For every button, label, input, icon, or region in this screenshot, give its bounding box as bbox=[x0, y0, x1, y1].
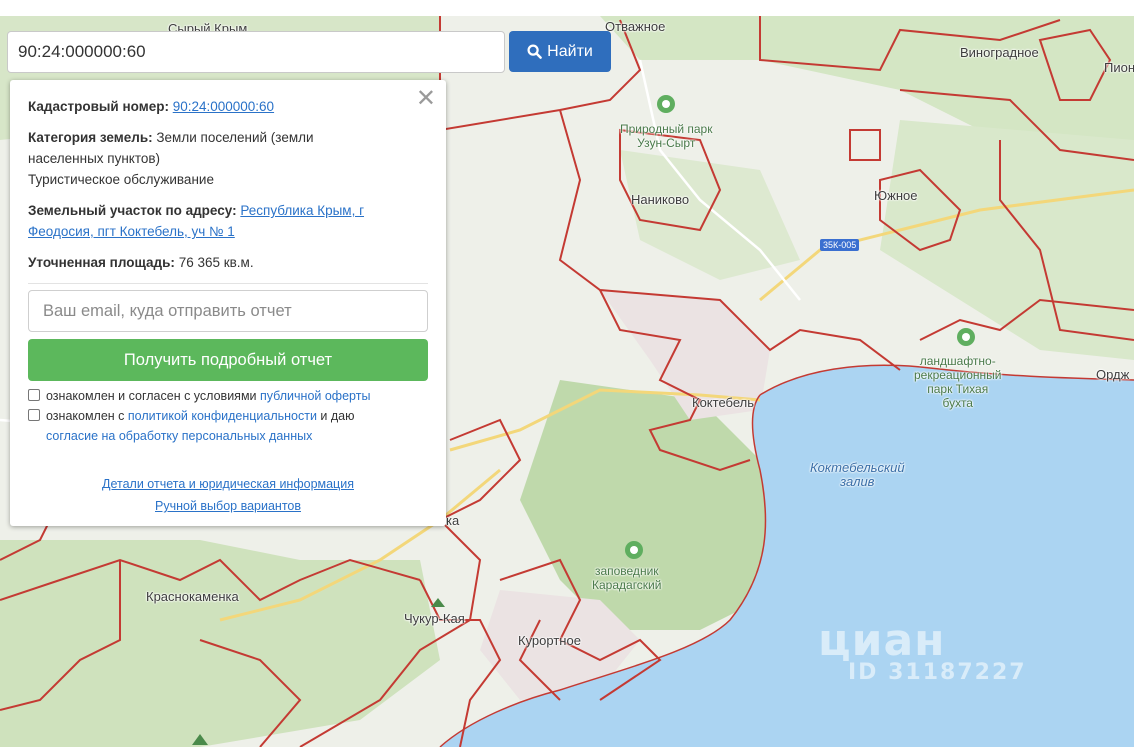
divider bbox=[28, 283, 428, 284]
road-sign-35k005: 35К-005 bbox=[820, 239, 860, 251]
consent-privacy[interactable]: ознакомлен с политикой конфиденциальност… bbox=[28, 406, 428, 446]
public-offer-link[interactable]: публичной оферты bbox=[260, 389, 370, 403]
search-button[interactable]: Найти bbox=[509, 31, 611, 72]
map-label-chukur-kaya: Чукур-Кая bbox=[404, 611, 465, 626]
map-label-ordzh: Ордж bbox=[1096, 367, 1130, 382]
address-label: Земельный участок по адресу: bbox=[28, 203, 237, 218]
footer-links: Детали отчета и юридическая информация Р… bbox=[28, 473, 428, 517]
category-value-2: населенных пунктов) bbox=[28, 151, 161, 166]
cadastral-row: Кадастровый номер: 90:24:000000:60 bbox=[28, 96, 428, 117]
map-label-ka: ка bbox=[446, 513, 460, 528]
report-details-link[interactable]: Детали отчета и юридическая информация bbox=[102, 477, 354, 491]
park-pin-tikhaya bbox=[957, 328, 975, 346]
category-value: Земли поселений (земли bbox=[156, 130, 314, 145]
map-label-krasnokamenka: Краснокаменка bbox=[146, 589, 239, 604]
consent-privacy-text: ознакомлен с политикой конфиденциальност… bbox=[46, 409, 355, 443]
personal-data-link[interactable]: согласие на обработку персональных данны… bbox=[46, 429, 312, 443]
map-label-karadag: заповедник Карадагский bbox=[592, 564, 662, 592]
search-button-label: Найти bbox=[547, 42, 593, 60]
category-row: Категория земель: Земли поселений (земли… bbox=[28, 127, 428, 190]
address-link-2[interactable]: Феодосия, пгт Коктебель, уч № 1 bbox=[28, 224, 235, 239]
category-purpose: Туристическое обслуживание bbox=[28, 172, 214, 187]
category-label: Категория земель: bbox=[28, 130, 153, 145]
map-label-kurortnoe: Курортное bbox=[518, 633, 581, 648]
map-label-koktebel: Коктебель bbox=[692, 395, 754, 410]
privacy-policy-link[interactable]: политикой конфиденциальности bbox=[128, 409, 317, 423]
map-label-nanikovo: Наниково bbox=[631, 192, 690, 207]
cadastral-link[interactable]: 90:24:000000:60 bbox=[173, 99, 274, 114]
park-pin-karadag bbox=[625, 541, 643, 559]
map-label-otvazhnoe: Отважное bbox=[605, 19, 666, 34]
consent-offer-text: ознакомлен и согласен с условиями публич… bbox=[46, 389, 371, 403]
area-value: 76 365 кв.м. bbox=[178, 255, 254, 270]
address-link-1[interactable]: Республика Крым, г bbox=[240, 203, 364, 218]
map-label-yuzhnoe: Южное bbox=[874, 188, 918, 203]
parcel-info-card: ✕ Кадастровый номер: 90:24:000000:60 Кат… bbox=[10, 80, 446, 526]
consent-offer[interactable]: ознакомлен и согласен с условиями публич… bbox=[28, 386, 428, 406]
get-report-button[interactable]: Получить подробный отчет bbox=[28, 339, 428, 381]
address-row: Земельный участок по адресу: Республика … bbox=[28, 200, 428, 242]
search-icon bbox=[527, 44, 542, 59]
manual-selection-link[interactable]: Ручной выбор вариантов bbox=[155, 499, 301, 513]
close-icon[interactable]: ✕ bbox=[416, 87, 436, 111]
area-row: Уточненная площадь: 76 365 кв.м. bbox=[28, 252, 428, 273]
map-label-park-uzun: Природный парк Узун-Сырт bbox=[620, 122, 713, 150]
area-label: Уточненная площадь: bbox=[28, 255, 175, 270]
map-label-koktebel-bay: Коктебельский залив bbox=[810, 460, 905, 489]
map-label-pion: Пион bbox=[1104, 60, 1134, 75]
search-input[interactable]: 90:24:000000:60 bbox=[7, 31, 505, 73]
consent-privacy-checkbox[interactable] bbox=[28, 409, 40, 421]
map-label-vinogradnoe: Виноградное bbox=[960, 45, 1039, 60]
email-field[interactable]: Ваш email, куда отправить отчет bbox=[28, 290, 428, 332]
watermark: циан ID 31187227 bbox=[818, 615, 1027, 685]
cadastral-label: Кадастровый номер: bbox=[28, 99, 169, 114]
park-pin-uzun-syrt bbox=[657, 95, 675, 113]
map-label-park-tikhaya: ландшафтно-рекреационный парк Тихая бухта bbox=[914, 354, 1002, 410]
consent-offer-checkbox[interactable] bbox=[28, 389, 40, 401]
